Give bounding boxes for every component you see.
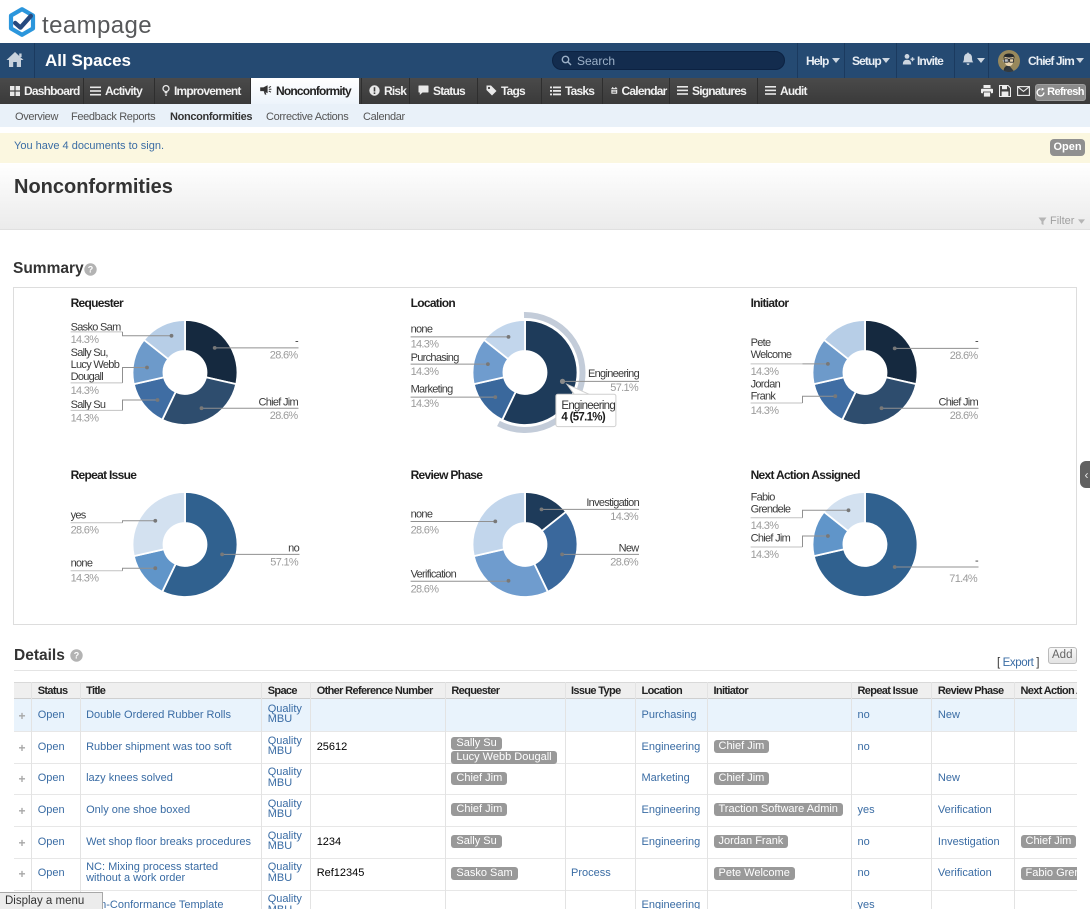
svg-text:14.3%: 14.3% [70,412,99,424]
svg-text:no: no [288,542,299,554]
svg-text:?: ? [88,265,94,275]
svg-text:Engineering: Engineering [587,368,639,380]
svg-text:?: ? [74,651,80,661]
svg-text:Sally Su: Sally Su [70,399,105,411]
svg-text:14.3%: 14.3% [410,338,439,350]
svg-text:none: none [410,324,432,336]
svg-text:-: - [975,555,979,567]
svg-text:Chief Jim: Chief Jim [750,532,790,544]
svg-text:Fabio: Fabio [750,491,775,503]
svg-text:28.6%: 28.6% [949,350,978,362]
svg-text:14.3%: 14.3% [750,405,779,417]
svg-text:Grendele: Grendele [750,503,790,515]
svg-text:Engineering: Engineering [561,400,615,412]
svg-text:Pete: Pete [750,337,770,349]
svg-text:Sally Su,: Sally Su, [70,347,108,359]
svg-text:Frank: Frank [750,390,776,402]
svg-text:Marketing: Marketing [410,383,453,395]
svg-text:28.6%: 28.6% [269,350,298,362]
svg-text:28.6%: 28.6% [949,410,978,422]
svg-text:28.6%: 28.6% [410,524,439,536]
svg-text:14.3%: 14.3% [610,511,639,523]
svg-text:-: - [295,336,299,348]
svg-text:Chief Jim: Chief Jim [258,396,298,408]
svg-text:Location: Location [410,296,455,310]
svg-text:Dougall: Dougall [70,371,103,383]
svg-text:Lucy Webb: Lucy Webb [70,359,119,371]
svg-text:Review Phase: Review Phase [410,468,483,482]
svg-text:14.3%: 14.3% [70,573,99,585]
svg-text:14.3%: 14.3% [750,366,779,378]
svg-text:Requester: Requester [70,296,123,310]
svg-text:28.6%: 28.6% [410,584,439,596]
svg-text:-: - [975,336,979,348]
svg-text:14.3%: 14.3% [70,334,99,346]
svg-text:Repeat Issue: Repeat Issue [70,468,137,482]
svg-text:14.3%: 14.3% [70,385,99,397]
svg-text:none: none [410,509,432,521]
svg-text:14.3%: 14.3% [410,398,439,410]
svg-text:28.6%: 28.6% [610,556,639,568]
svg-text:Purchasing: Purchasing [410,352,459,364]
svg-text:28.6%: 28.6% [269,410,298,422]
svg-text:Jordan: Jordan [750,378,780,390]
svg-text:Next Action Assigned: Next Action Assigned [750,468,859,482]
svg-text:yes: yes [70,510,86,522]
svg-text:Verification: Verification [410,569,456,581]
svg-text:Investigation: Investigation [586,497,639,509]
svg-text:Initiator: Initiator [750,296,789,310]
svg-text:none: none [70,558,92,570]
svg-text:Chief Jim: Chief Jim [938,396,978,408]
svg-text:14.3%: 14.3% [410,366,439,378]
svg-text:Welcome: Welcome [750,349,791,361]
svg-text:New: New [618,542,639,554]
svg-text:57.1%: 57.1% [610,382,639,394]
svg-text:14.3%: 14.3% [750,549,779,561]
svg-text:71.4%: 71.4% [949,573,978,585]
svg-text:28.6%: 28.6% [70,525,99,537]
svg-text:4 (57.1%): 4 (57.1%) [561,411,605,423]
svg-text:57.1%: 57.1% [270,556,299,568]
svg-text:14.3%: 14.3% [750,520,779,532]
